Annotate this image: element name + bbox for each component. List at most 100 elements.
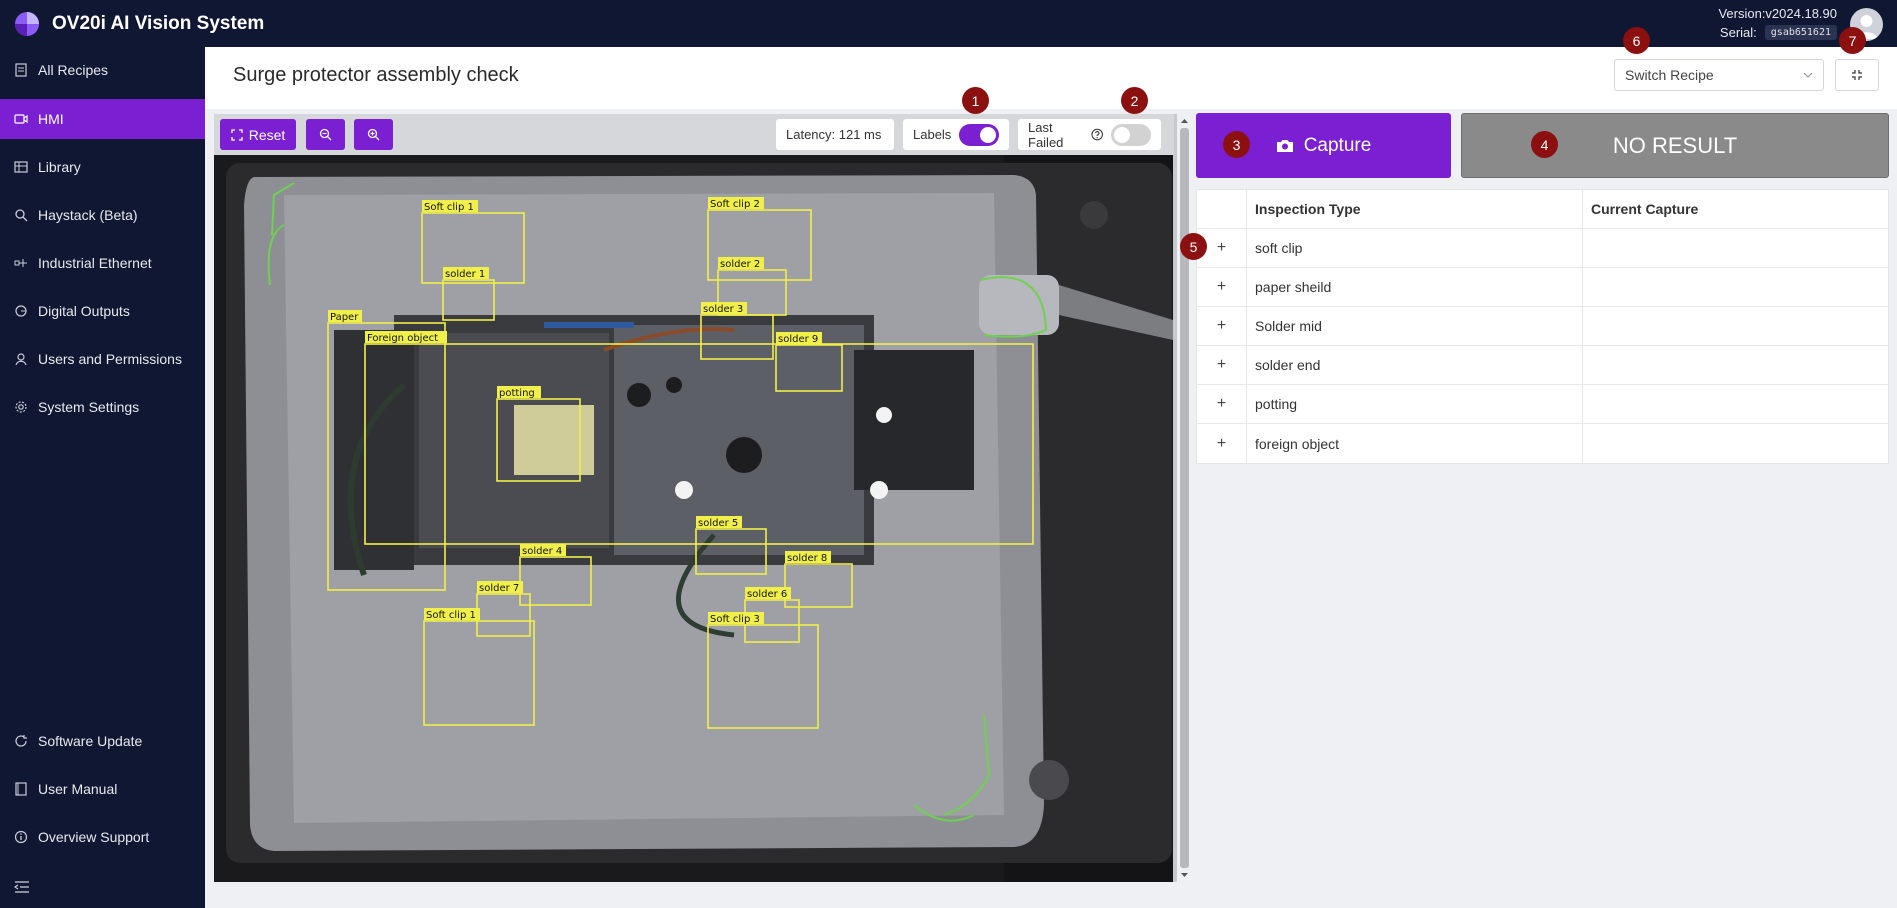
annotation-badge-1: 1: [962, 87, 989, 114]
switch-recipe-select[interactable]: Switch Recipe: [1614, 59, 1824, 91]
zoom-in-icon: [367, 128, 380, 141]
detection-label: solder 5: [698, 518, 738, 529]
table-row[interactable]: + soft clip: [1197, 229, 1888, 268]
sidebar-item-industrial-ethernet[interactable]: Industrial Ethernet: [0, 243, 205, 283]
sidebar-item-label: User Manual: [38, 781, 118, 797]
info-icon: [14, 830, 28, 844]
latency-display: Latency: 121 ms: [776, 119, 894, 150]
detection-label: solder 4: [522, 546, 562, 557]
detection-label: solder 2: [720, 259, 760, 270]
camera-icon: [1276, 140, 1293, 152]
zoom-in-button[interactable]: [354, 119, 393, 150]
detection-label: solder 6: [747, 589, 787, 600]
expand-row-button[interactable]: +: [1197, 424, 1247, 463]
sidebar-item-library[interactable]: Library: [0, 147, 205, 187]
page-title: Surge protector assembly check: [233, 64, 519, 86]
image-scrollbar[interactable]: [1177, 114, 1192, 882]
labels-toggle-group: Labels: [903, 119, 1009, 150]
sidebar-item-haystack[interactable]: Haystack (Beta): [0, 195, 205, 235]
scroll-down-icon[interactable]: [1177, 870, 1192, 880]
expand-row-button[interactable]: +: [1197, 346, 1247, 384]
expand-row-button[interactable]: +: [1197, 385, 1247, 423]
sidebar-item-label: Industrial Ethernet: [38, 255, 152, 271]
page-header: Surge protector assembly check Switch Re…: [205, 47, 1897, 109]
sidebar-item-hmi[interactable]: HMI: [0, 99, 205, 139]
table-row[interactable]: + paper sheild: [1197, 268, 1888, 307]
expand-row-button[interactable]: +: [1197, 307, 1247, 345]
inspection-type-cell: soft clip: [1247, 229, 1583, 267]
help-icon[interactable]: [1091, 128, 1103, 141]
sidebar-item-label: Software Update: [38, 733, 143, 749]
table-row[interactable]: + foreign object: [1197, 424, 1888, 463]
detection-label: solder 1: [445, 269, 485, 280]
current-capture-cell: [1583, 346, 1888, 384]
sidebar-item-label: All Recipes: [38, 62, 109, 78]
zoom-out-icon: [319, 128, 332, 141]
fullscreen-button[interactable]: [1835, 59, 1879, 91]
inspection-type-cell: Solder mid: [1247, 307, 1583, 345]
annotation-badge-7: 7: [1839, 27, 1866, 54]
image-panel: Reset Latency: 121 ms Labels Last Failed: [214, 114, 1192, 882]
result-text: NO RESULT: [1612, 132, 1738, 158]
sidebar-item-system-settings[interactable]: System Settings: [0, 387, 205, 427]
zoom-out-button[interactable]: [306, 119, 345, 150]
sidebar-item-label: Overview Support: [38, 829, 150, 845]
table-row[interactable]: + potting: [1197, 385, 1888, 424]
latency-text: Latency: 121 ms: [786, 127, 882, 142]
collapse-fullscreen-icon: [1852, 70, 1862, 80]
annotation-badge-2: 2: [1121, 87, 1148, 114]
detection-label: solder 9: [778, 334, 818, 345]
last-failed-toggle[interactable]: [1110, 123, 1151, 146]
detection-label: Paper: [330, 312, 359, 323]
sidebar-item-overview-support[interactable]: Overview Support: [0, 817, 205, 857]
chevron-down-icon: [1803, 72, 1813, 78]
sidebar-item-all-recipes[interactable]: All Recipes: [0, 50, 205, 90]
detection-label: potting: [499, 388, 535, 399]
current-capture-cell: [1583, 229, 1888, 267]
gear-icon: [15, 401, 27, 413]
table-header-row: Inspection Type Current Capture: [1197, 190, 1888, 229]
inspection-type-cell: paper sheild: [1247, 268, 1583, 306]
labels-toggle[interactable]: [959, 123, 999, 146]
table-row[interactable]: + Solder mid: [1197, 307, 1888, 346]
refresh-icon: [15, 735, 27, 747]
annotation-badge-5: 5: [1180, 233, 1207, 260]
serial-label: Serial:: [1719, 25, 1757, 40]
network-icon: [14, 259, 27, 267]
current-capture-cell: [1583, 424, 1888, 463]
detection-label: Soft clip 2: [710, 199, 760, 210]
serial-row: Serial: gsab651621: [1720, 25, 1837, 40]
switch-recipe-placeholder: Switch Recipe: [1625, 67, 1714, 83]
reset-button[interactable]: Reset: [220, 119, 296, 150]
image-toolbar: Reset Latency: 121 ms Labels Last Failed: [214, 114, 1174, 155]
reset-label: Reset: [248, 126, 286, 143]
detection-label: Soft clip 3: [710, 614, 760, 625]
serial-value: gsab651621: [1764, 25, 1837, 40]
inspection-type-cell: solder end: [1247, 346, 1583, 384]
annotation-badge-3: 3: [1223, 131, 1250, 158]
camera-view[interactable]: Soft clip 1 Soft clip 2 solder 1 solder …: [214, 155, 1173, 882]
collapse-sidebar-icon[interactable]: [14, 880, 30, 894]
sidebar-item-label: Users and Permissions: [38, 351, 182, 367]
scroll-up-icon[interactable]: [1177, 116, 1192, 126]
result-display: NO RESULT: [1461, 113, 1889, 178]
detection-label: Soft clip 1: [426, 610, 476, 621]
detection-label: Foreign object: [367, 333, 438, 344]
detection-label: solder 7: [479, 583, 519, 594]
detection-label: solder 3: [703, 304, 743, 315]
annotation-badge-6: 6: [1623, 27, 1650, 54]
current-capture-cell: [1583, 307, 1888, 345]
app-title: OV20i AI Vision System: [52, 13, 265, 34]
sidebar: All Recipes HMI Library Haystack (Beta) …: [0, 47, 205, 908]
last-failed-label: Last Failed: [1028, 119, 1064, 150]
search-icon: [15, 209, 28, 222]
version-text: Version:v2024.18.90: [1718, 6, 1837, 21]
sidebar-item-users-permissions[interactable]: Users and Permissions: [0, 339, 205, 379]
sidebar-item-user-manual[interactable]: User Manual: [0, 769, 205, 809]
table-row[interactable]: + solder end: [1197, 346, 1888, 385]
sidebar-item-digital-outputs[interactable]: Digital Outputs: [0, 291, 205, 331]
column-header-current-capture: Current Capture: [1591, 201, 1699, 217]
sidebar-item-software-update[interactable]: Software Update: [0, 721, 205, 761]
sidebar-item-label: HMI: [38, 111, 64, 127]
expand-row-button[interactable]: +: [1197, 268, 1247, 306]
